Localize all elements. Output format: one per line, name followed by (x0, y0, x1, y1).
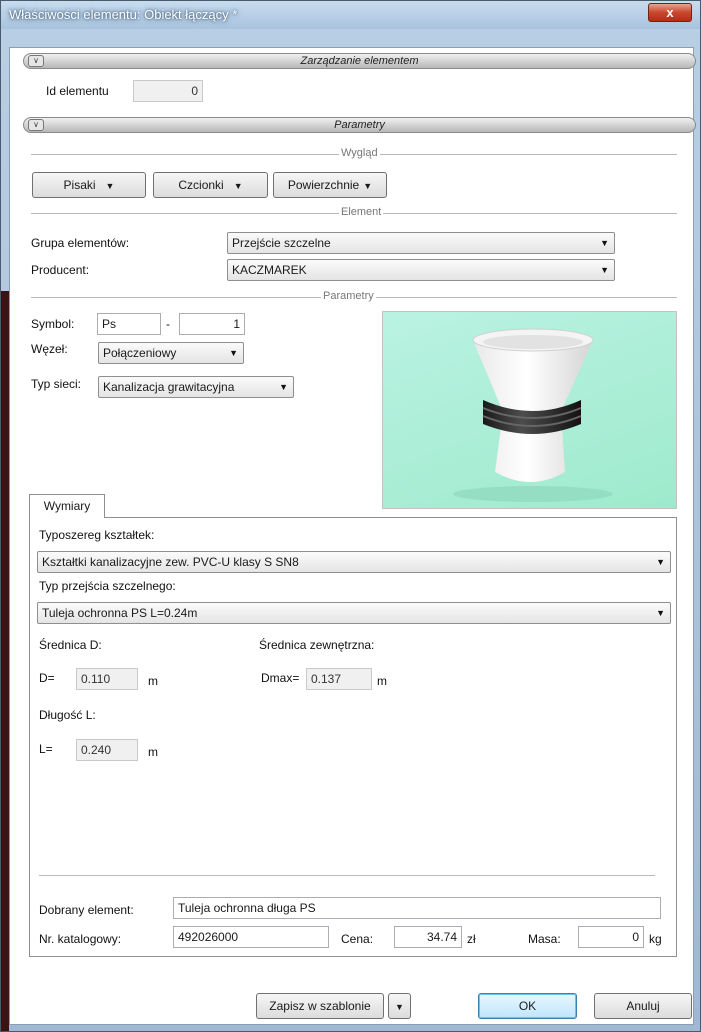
seal-type-value: Tuleja ochronna PS L=0.24m (42, 606, 198, 620)
element-group-select[interactable]: Przejście szczelne ▼ (227, 232, 615, 254)
section-management-header[interactable]: ∨ Zarządzanie elementem (23, 53, 696, 69)
outer-diameter-label: Średnica zewnętrzna: (259, 638, 375, 652)
section-management-title: Zarządzanie elementem (300, 55, 419, 67)
tab-dimensions-label: Wymiary (43, 499, 91, 513)
outer-diameter-field: 0.137 (306, 668, 372, 690)
tab-dimensions[interactable]: Wymiary (29, 494, 105, 518)
cancel-label: Anuluj (626, 999, 660, 1013)
ok-button[interactable]: OK (478, 993, 577, 1019)
pens-label: Pisaki (63, 178, 96, 192)
symbol-number-field[interactable]: 1 (179, 313, 245, 335)
symbol-field[interactable]: Ps (97, 313, 161, 335)
fitting-series-select[interactable]: Kształtki kanalizacyjne zew. PVC-U klasy… (37, 551, 671, 573)
node-select[interactable]: Połączeniowy ▼ (98, 342, 244, 364)
fonts-label: Czcionki (178, 178, 224, 192)
properties-dialog: Właściwości elementu: Obiekt łączący * x… (0, 0, 701, 1032)
diameter-field: 0.110 (76, 668, 138, 690)
parameters-group-label: Parametry (321, 290, 376, 302)
appearance-group-label: Wygląd (339, 147, 380, 159)
seal-type-select[interactable]: Tuleja ochronna PS L=0.24m ▼ (37, 602, 671, 624)
symbol-label: Symbol: (31, 317, 75, 331)
selection-divider (39, 875, 655, 876)
background-strip (1, 291, 9, 1031)
save-template-label: Zapisz w szablonie (269, 999, 371, 1013)
ok-label: OK (518, 999, 537, 1013)
price-unit: zł (467, 932, 476, 946)
close-button[interactable]: x (648, 3, 692, 22)
producer-value: KACZMAREK (232, 263, 307, 277)
element-preview-image (382, 311, 677, 509)
chevron-down-icon: ▼ (229, 348, 238, 358)
price-label: Cena: (341, 932, 374, 946)
chevron-down-icon: ▼ (233, 181, 243, 191)
d-unit: m (148, 674, 158, 688)
catalog-number-label: Nr. katalogowy: (39, 932, 122, 946)
l-unit: m (148, 745, 158, 759)
section-parameters-title: Parametry (334, 119, 385, 131)
cancel-button[interactable]: Anuluj (594, 993, 692, 1019)
chosen-element-label: Dobrany element: (39, 903, 134, 917)
close-icon: x (666, 5, 674, 20)
chevron-down-icon: ▼ (363, 181, 373, 191)
pens-dropdown-button[interactable]: Pisaki ▼ (32, 172, 146, 198)
save-template-dropdown[interactable]: ▼ (388, 993, 411, 1019)
diameter-label: Średnica D: (39, 638, 102, 652)
element-id-field: 0 (133, 80, 203, 102)
element-group-label-text: Grupa elementów: (31, 236, 130, 250)
chevron-down-icon: ▼ (279, 382, 288, 392)
surfaces-dropdown-button[interactable]: Powierzchnie ▼ (273, 172, 387, 198)
fitting-series-label: Typoszereg kształtek: (39, 528, 155, 542)
l-prefix: L= (39, 742, 53, 756)
node-value: Połączeniowy (103, 346, 177, 360)
length-label: Długość L: (39, 708, 96, 722)
element-id-label: Id elementu (46, 84, 109, 98)
collapse-chevron-icon[interactable]: ∨ (28, 119, 44, 131)
symbol-separator: - (166, 317, 170, 331)
producer-select[interactable]: KACZMAREK ▼ (227, 259, 615, 281)
window-title: Właściwości elementu: Obiekt łączący * (9, 7, 238, 22)
chevron-down-icon: ▼ (600, 265, 609, 275)
section-parameters-header[interactable]: ∨ Parametry (23, 117, 696, 133)
collapse-chevron-icon[interactable]: ∨ (28, 55, 44, 67)
sealing-sleeve-illustration (453, 328, 613, 502)
price-field[interactable]: 34.74 (394, 926, 462, 948)
surfaces-label: Powierzchnie (287, 178, 360, 192)
save-template-button[interactable]: Zapisz w szablonie (256, 993, 384, 1019)
title-bar[interactable]: Właściwości elementu: Obiekt łączący * x (1, 1, 700, 29)
fonts-dropdown-button[interactable]: Czcionki ▼ (153, 172, 268, 198)
element-group-value: Przejście szczelne (232, 236, 331, 250)
node-label: Węzeł: (31, 342, 68, 356)
length-field: 0.240 (76, 739, 138, 761)
chevron-down-icon: ▼ (105, 181, 115, 191)
seal-type-label: Typ przejścia szczelnego: (39, 579, 176, 593)
mass-field[interactable]: 0 (578, 926, 644, 948)
dmax-prefix: Dmax= (261, 671, 300, 685)
catalog-number-field[interactable]: 492026000 (173, 926, 329, 948)
fitting-series-value: Kształtki kanalizacyjne zew. PVC-U klasy… (42, 555, 299, 569)
dmax-unit: m (377, 674, 387, 688)
network-type-select[interactable]: Kanalizacja grawitacyjna ▼ (98, 376, 294, 398)
d-prefix: D= (39, 671, 55, 685)
chevron-down-icon: ▼ (395, 1002, 404, 1012)
chevron-down-icon: ▼ (600, 238, 609, 248)
network-type-value: Kanalizacja grawitacyjna (103, 380, 235, 394)
mass-label: Masa: (528, 932, 561, 946)
element-group-label: Element (339, 206, 384, 218)
network-type-label: Typ sieci: (31, 377, 82, 391)
chevron-down-icon: ▼ (656, 557, 665, 567)
chosen-element-field[interactable]: Tuleja ochronna długa PS (173, 897, 661, 919)
producer-label: Producent: (31, 263, 90, 277)
chevron-down-icon: ▼ (656, 608, 665, 618)
mass-unit: kg (649, 932, 662, 946)
